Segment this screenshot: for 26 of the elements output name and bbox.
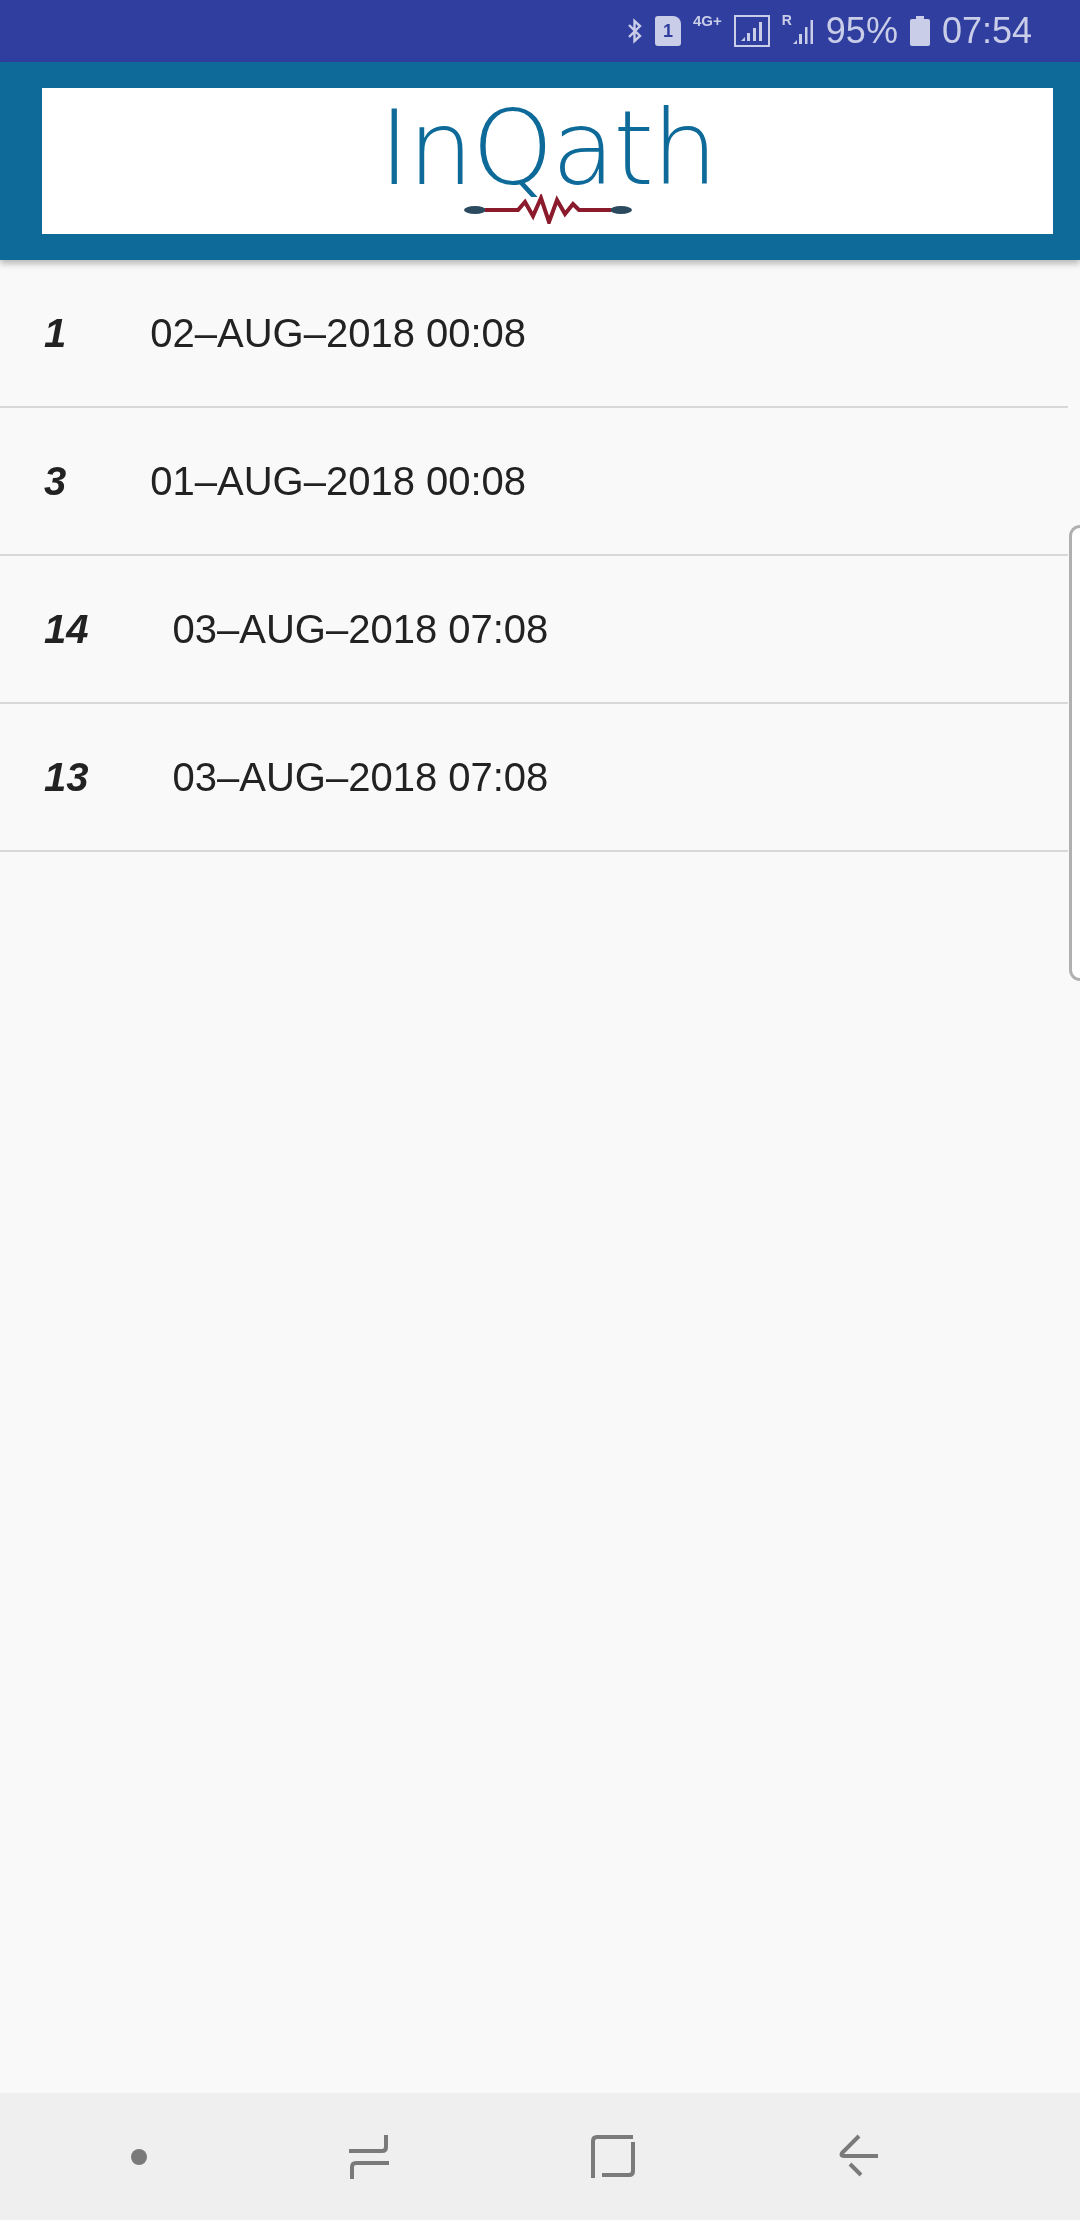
dot-icon[interactable] — [130, 2148, 147, 2165]
bluetooth-icon — [626, 18, 643, 44]
sim-card-badge: 1 — [654, 16, 681, 46]
battery-percent: 95% — [825, 10, 898, 52]
list-item[interactable]: 1 02–AUG–2018 00:08 — [0, 260, 1068, 408]
item-date: 01–AUG–2018 00:08 — [150, 458, 527, 504]
recents-icon[interactable] — [347, 2133, 390, 2180]
item-number: 14 — [44, 606, 89, 652]
list-item[interactable]: 13 03–AUG–2018 07:08 — [0, 704, 1068, 852]
home-icon[interactable] — [590, 2133, 635, 2180]
network-type: 4G+ — [692, 12, 722, 29]
item-number: 1 — [44, 310, 67, 356]
battery-icon — [909, 16, 930, 46]
item-number: 3 — [44, 458, 67, 504]
signal-icon — [733, 15, 770, 47]
edge-panel-handle[interactable] — [1069, 525, 1080, 981]
item-date: 03–AUG–2018 07:08 — [172, 754, 549, 800]
list-item[interactable]: 3 01–AUG–2018 00:08 — [0, 408, 1068, 556]
item-date: 02–AUG–2018 00:08 — [150, 310, 527, 356]
logo-text: InQath — [379, 98, 716, 198]
roaming-label: R — [781, 12, 792, 28]
signal-icon — [791, 17, 814, 45]
item-date: 03–AUG–2018 07:08 — [172, 606, 549, 652]
clock: 07:54 — [941, 10, 1032, 52]
list-item[interactable]: 14 03–AUG–2018 07:08 — [0, 556, 1068, 704]
item-number: 13 — [44, 754, 89, 800]
